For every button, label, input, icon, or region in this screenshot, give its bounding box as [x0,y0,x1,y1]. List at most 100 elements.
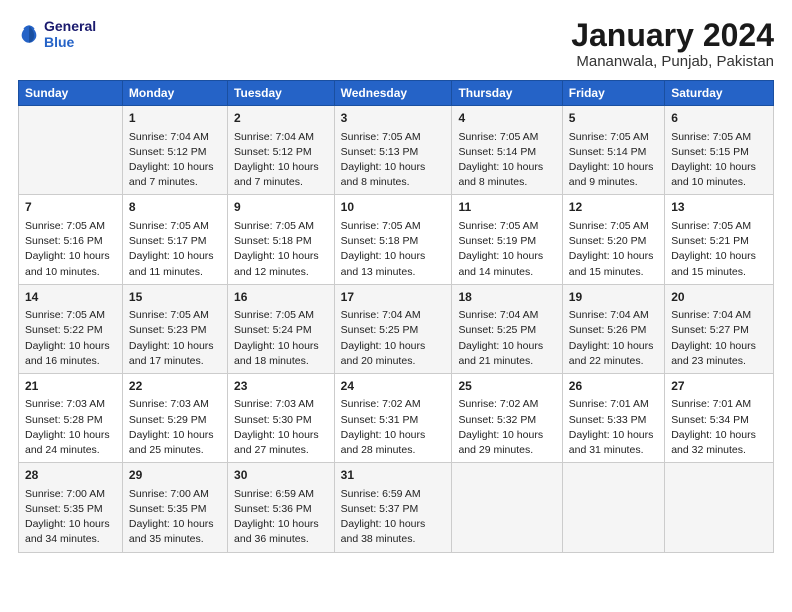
week-row-3: 14 Sunrise: 7:05 AMSunset: 5:22 PMDayligh… [19,284,774,373]
cell-w1-d4: 3Sunrise: 7:05 AMSunset: 5:13 PMDaylight… [334,106,452,195]
logo-icon [18,23,40,45]
col-tuesday: Tuesday [228,81,335,106]
day-number: 24 [341,378,446,395]
cell-info: Sunrise: 7:04 AMSunset: 5:12 PMDaylight:… [129,130,221,191]
cell-w4-d4: 24 Sunrise: 7:02 AMSunset: 5:31 PMDayligh… [334,373,452,462]
day-number: 30 [234,467,328,484]
cell-info: Sunrise: 7:05 AMSunset: 5:24 PMDaylight:… [234,308,328,369]
day-number: 19 [569,289,658,306]
cell-w3-d2: 15 Sunrise: 7:05 AMSunset: 5:23 PMDayligh… [122,284,227,373]
cell-w3-d3: 16 Sunrise: 7:05 AMSunset: 5:24 PMDayligh… [228,284,335,373]
cell-info: Sunrise: 7:04 AMSunset: 5:27 PMDaylight:… [671,308,767,369]
col-sunday: Sunday [19,81,123,106]
cell-w5-d2: 29Sunrise: 7:00 AMSunset: 5:35 PMDayligh… [122,463,227,552]
cell-w2-d4: 10Sunrise: 7:05 AMSunset: 5:18 PMDayligh… [334,195,452,284]
col-wednesday: Wednesday [334,81,452,106]
logo: General Blue [18,18,96,50]
cell-info: Sunrise: 7:03 AMSunset: 5:29 PMDaylight:… [129,397,221,458]
day-number: 26 [569,378,658,395]
subtitle: Mananwala, Punjab, Pakistan [571,53,774,70]
day-number: 6 [671,110,767,127]
day-number: 11 [458,199,555,216]
cell-info: Sunrise: 7:02 AMSunset: 5:31 PMDaylight:… [341,397,446,458]
cell-info: Sunrise: 7:05 AMSunset: 5:13 PMDaylight:… [341,130,446,191]
cell-w2-d6: 12 Sunrise: 7:05 AMSunset: 5:20 PMDayligh… [562,195,664,284]
calendar-header: Sunday Monday Tuesday Wednesday Thursday… [19,81,774,106]
cell-w5-d5 [452,463,562,552]
header: General Blue January 2024 Mananwala, Pun… [18,18,774,70]
week-row-4: 21Sunrise: 7:03 AMSunset: 5:28 PMDayligh… [19,373,774,462]
cell-info: Sunrise: 6:59 AMSunset: 5:36 PMDaylight:… [234,487,328,548]
day-number: 12 [569,199,658,216]
col-saturday: Saturday [665,81,774,106]
cell-info: Sunrise: 7:00 AMSunset: 5:35 PMDaylight:… [129,487,221,548]
cell-w2-d3: 9 Sunrise: 7:05 AMSunset: 5:18 PMDaylight… [228,195,335,284]
day-number: 23 [234,378,328,395]
cell-w2-d1: 7 Sunrise: 7:05 AMSunset: 5:16 PMDaylight… [19,195,123,284]
cell-info: Sunrise: 7:04 AMSunset: 5:25 PMDaylight:… [458,308,555,369]
cell-w5-d6 [562,463,664,552]
cell-w1-d1 [19,106,123,195]
cell-w1-d5: 4Sunrise: 7:05 AMSunset: 5:14 PMDaylight… [452,106,562,195]
col-thursday: Thursday [452,81,562,106]
cell-w4-d6: 26 Sunrise: 7:01 AMSunset: 5:33 PMDayligh… [562,373,664,462]
day-number: 16 [234,289,328,306]
cell-info: Sunrise: 7:05 AMSunset: 5:23 PMDaylight:… [129,308,221,369]
cell-w4-d1: 21Sunrise: 7:03 AMSunset: 5:28 PMDayligh… [19,373,123,462]
week-row-1: 1 Sunrise: 7:04 AMSunset: 5:12 PMDaylight… [19,106,774,195]
cell-info: Sunrise: 7:02 AMSunset: 5:32 PMDaylight:… [458,397,555,458]
day-number: 9 [234,199,328,216]
cell-info: Sunrise: 7:03 AMSunset: 5:30 PMDaylight:… [234,397,328,458]
cell-info: Sunrise: 7:05 AMSunset: 5:21 PMDaylight:… [671,219,767,280]
cell-w1-d3: 2 Sunrise: 7:04 AMSunset: 5:12 PMDaylight… [228,106,335,195]
cell-w5-d3: 30 Sunrise: 6:59 AMSunset: 5:36 PMDayligh… [228,463,335,552]
cell-w5-d4: 31 Sunrise: 6:59 AMSunset: 5:37 PMDayligh… [334,463,452,552]
cell-w1-d2: 1 Sunrise: 7:04 AMSunset: 5:12 PMDaylight… [122,106,227,195]
cell-info: Sunrise: 6:59 AMSunset: 5:37 PMDaylight:… [341,487,446,548]
cell-info: Sunrise: 7:05 AMSunset: 5:22 PMDaylight:… [25,308,116,369]
day-number: 28 [25,467,116,484]
week-row-2: 7 Sunrise: 7:05 AMSunset: 5:16 PMDaylight… [19,195,774,284]
cell-info: Sunrise: 7:05 AMSunset: 5:16 PMDaylight:… [25,219,116,280]
cell-info: Sunrise: 7:01 AMSunset: 5:34 PMDaylight:… [671,397,767,458]
day-number: 2 [234,110,328,127]
cell-info: Sunrise: 7:05 AMSunset: 5:15 PMDaylight:… [671,130,767,191]
logo-text: General Blue [44,18,96,50]
cell-info: Sunrise: 7:05 AMSunset: 5:19 PMDaylight:… [458,219,555,280]
cell-info: Sunrise: 7:04 AMSunset: 5:26 PMDaylight:… [569,308,658,369]
cell-w4-d7: 27 Sunrise: 7:01 AMSunset: 5:34 PMDayligh… [665,373,774,462]
col-friday: Friday [562,81,664,106]
col-monday: Monday [122,81,227,106]
title-block: January 2024 Mananwala, Punjab, Pakistan [571,18,774,70]
day-number: 1 [129,110,221,127]
day-number: 8 [129,199,221,216]
day-number: 15 [129,289,221,306]
main-title: January 2024 [571,18,774,53]
day-number: 7 [25,199,116,216]
day-number: 20 [671,289,767,306]
day-number: 14 [25,289,116,306]
cell-info: Sunrise: 7:04 AMSunset: 5:12 PMDaylight:… [234,130,328,191]
day-number: 22 [129,378,221,395]
cell-info: Sunrise: 7:01 AMSunset: 5:33 PMDaylight:… [569,397,658,458]
cell-info: Sunrise: 7:05 AMSunset: 5:18 PMDaylight:… [234,219,328,280]
cell-w5-d1: 28Sunrise: 7:00 AMSunset: 5:35 PMDayligh… [19,463,123,552]
cell-info: Sunrise: 7:05 AMSunset: 5:14 PMDaylight:… [569,130,658,191]
day-number: 5 [569,110,658,127]
day-number: 10 [341,199,446,216]
cell-info: Sunrise: 7:05 AMSunset: 5:20 PMDaylight:… [569,219,658,280]
cell-w2-d2: 8Sunrise: 7:05 AMSunset: 5:17 PMDaylight… [122,195,227,284]
cell-w4-d5: 25Sunrise: 7:02 AMSunset: 5:32 PMDayligh… [452,373,562,462]
cell-w5-d7 [665,463,774,552]
cell-w4-d3: 23 Sunrise: 7:03 AMSunset: 5:30 PMDayligh… [228,373,335,462]
day-number: 17 [341,289,446,306]
cell-w3-d6: 19 Sunrise: 7:04 AMSunset: 5:26 PMDayligh… [562,284,664,373]
day-number: 31 [341,467,446,484]
day-number: 27 [671,378,767,395]
cell-w4-d2: 22 Sunrise: 7:03 AMSunset: 5:29 PMDayligh… [122,373,227,462]
cell-info: Sunrise: 7:05 AMSunset: 5:14 PMDaylight:… [458,130,555,191]
cell-w2-d5: 11 Sunrise: 7:05 AMSunset: 5:19 PMDayligh… [452,195,562,284]
day-number: 21 [25,378,116,395]
day-number: 13 [671,199,767,216]
calendar-body: 1 Sunrise: 7:04 AMSunset: 5:12 PMDaylight… [19,106,774,552]
